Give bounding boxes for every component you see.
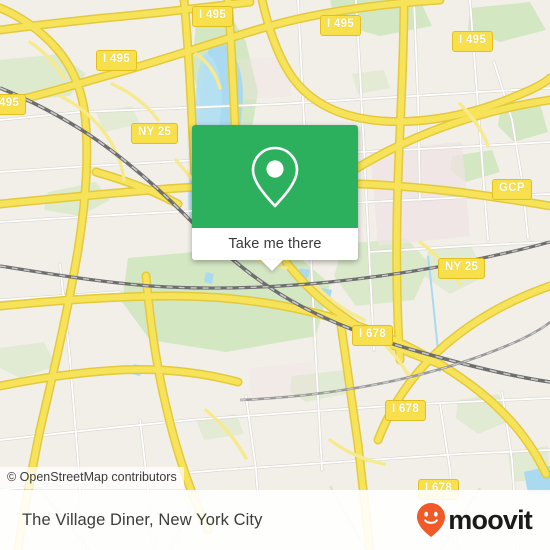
footer-bar: The Village Diner, New York City moovit bbox=[0, 490, 550, 550]
highway-shield-gcp[interactable]: GCP bbox=[492, 179, 532, 200]
osm-attribution[interactable]: © OpenStreetMap contributors bbox=[0, 467, 184, 489]
highway-shield-i495-3[interactable]: I 495 bbox=[452, 31, 494, 52]
take-me-there-label: Take me there bbox=[228, 236, 322, 252]
highway-shield-i678-2[interactable]: I 678 bbox=[385, 400, 427, 421]
highway-shield-ny25-1[interactable]: NY 25 bbox=[131, 123, 179, 144]
place-title: The Village Diner, New York City bbox=[22, 510, 263, 529]
moovit-wordmark: moovit bbox=[448, 504, 533, 535]
highway-shield-i495-4[interactable]: I 495 bbox=[96, 50, 138, 71]
popup-pointer-tail bbox=[261, 260, 283, 271]
map-place-popup[interactable]: Take me there bbox=[192, 125, 358, 271]
popup-action-panel[interactable]: Take me there bbox=[192, 228, 358, 260]
highway-shield-495-clipped[interactable]: 495 bbox=[0, 94, 27, 115]
map-screenshot: I 495 I 495 I 495 I 495 495 NY 25 GCP NY… bbox=[0, 0, 550, 550]
highway-shield-ny25-2[interactable]: NY 25 bbox=[438, 258, 486, 279]
highway-shield-i495-1[interactable]: I 495 bbox=[192, 6, 234, 27]
moovit-smiley-pin-icon bbox=[417, 503, 446, 537]
moovit-logo[interactable]: moovit bbox=[416, 502, 533, 538]
highway-shield-i678-1[interactable]: I 678 bbox=[352, 325, 394, 346]
highway-shield-i495-2[interactable]: I 495 bbox=[320, 15, 362, 36]
popup-icon-panel bbox=[192, 125, 358, 228]
map-pin-icon bbox=[251, 146, 299, 207]
